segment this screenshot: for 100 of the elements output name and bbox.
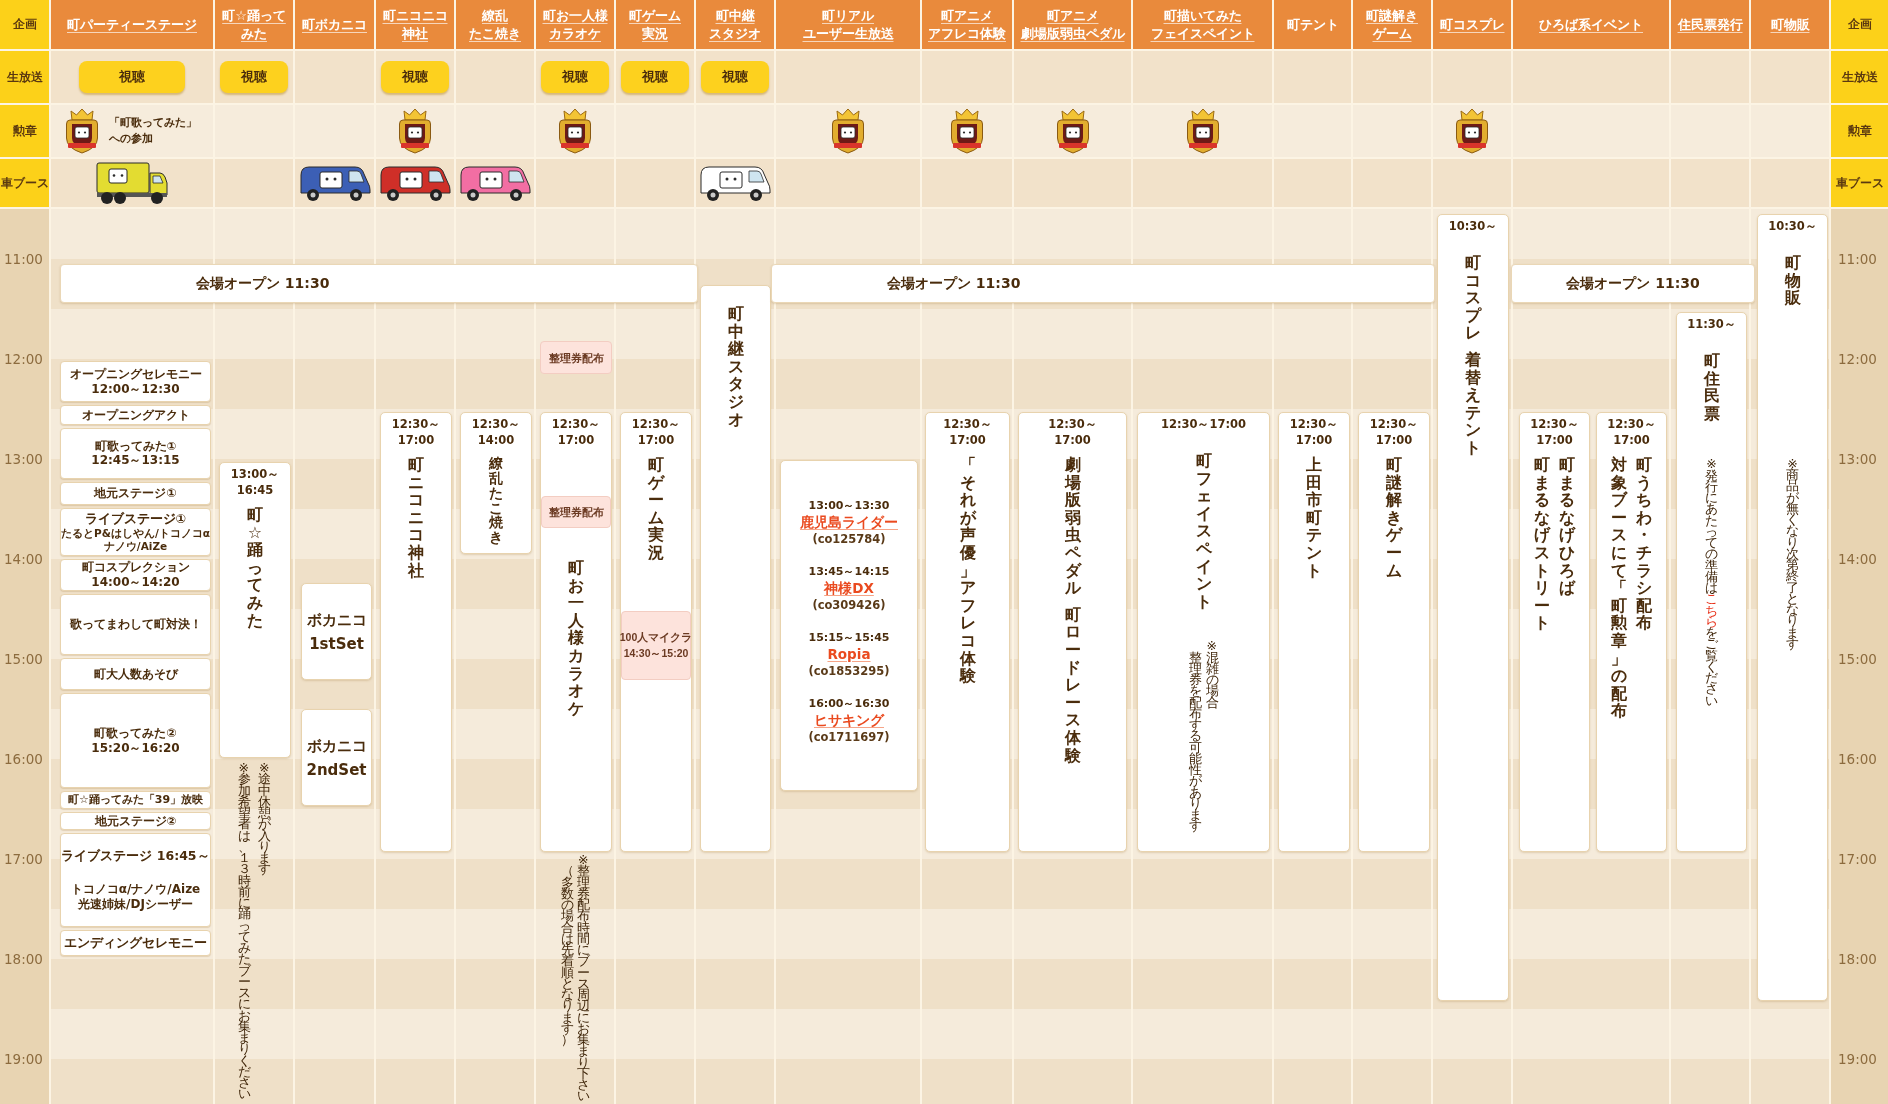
column-title-link[interactable]: 町お一人様 カラオケ — [542, 6, 608, 43]
note-link[interactable]: こちら — [1705, 593, 1718, 628]
event-time: 12:30～17:00 — [1160, 417, 1247, 433]
column-title-link[interactable]: 町コスプレ — [1439, 15, 1505, 34]
watch-button[interactable]: 視聴 — [541, 61, 609, 93]
watch-button[interactable]: 視聴 — [621, 61, 689, 93]
time-label: 14:00 — [4, 550, 44, 568]
open-banner: 会場オープン 11:30 — [771, 264, 1435, 303]
event-title: ボカニコ 2ndSet — [306, 735, 367, 781]
event-title: 町住民票 — [1703, 352, 1720, 423]
event-time: 12:30～ 17:00 — [1289, 417, 1339, 448]
column-title-link[interactable]: 町描いてみた フェイスペイント — [1150, 6, 1255, 43]
time-label: 16:00 — [1838, 750, 1878, 768]
event-time: 12:30～ 17:00 — [1048, 417, 1097, 448]
program-item: エンディングセレモニー — [60, 930, 211, 956]
community-code: (co125784) — [812, 531, 886, 548]
performer-link[interactable]: Ropia — [827, 646, 871, 663]
time-label: 19:00 — [4, 1050, 44, 1068]
time-label: 11:00 — [4, 250, 44, 268]
column-title-link[interactable]: 町☆踊って みた — [222, 6, 286, 43]
program-item: 町☆踊ってみた「39」放映 — [60, 791, 211, 809]
event-title: 町物販 — [1784, 254, 1801, 307]
event-title: 町ニコニコ神社 — [408, 456, 424, 580]
column-title: 町テント — [1286, 15, 1339, 34]
time-label: 12:00 — [4, 350, 44, 368]
program-item: ライブステージ 16:45～ トコノコα/ナノウ/Aize 光速姉妹/DJシーザー — [60, 833, 211, 927]
event-title: 町コスプレ — [1465, 254, 1481, 342]
program-item: オープニングセレモニー 12:00～12:30 — [60, 361, 211, 402]
column-title-link[interactable]: 町物販 — [1770, 15, 1810, 34]
slot-time: 15:15～15:45 — [808, 630, 890, 646]
time-label: 15:00 — [4, 650, 44, 668]
time-label: 18:00 — [4, 950, 44, 968]
community-code: (co1853295) — [808, 663, 890, 680]
row-label: 生放送 — [1831, 51, 1888, 103]
event-title: 繚乱たこ焼き — [489, 456, 503, 546]
event-time: 12:30～ 17:00 — [1607, 417, 1656, 448]
slot-time: 13:45～14:15 — [808, 564, 890, 580]
column-title-link[interactable]: 住民票発行 — [1677, 15, 1743, 34]
event-title: 町ロードレース体験 — [1064, 605, 1081, 765]
event-time: 13:00～ 16:45 — [230, 467, 280, 498]
community-code: (co1711697) — [808, 729, 890, 746]
column-title-link[interactable]: 町アニメ 劇場版弱虫ペダル — [1020, 6, 1125, 43]
program-item: オープニングアクト — [60, 405, 211, 425]
column-title-link[interactable]: 町ニコニコ 神社 — [382, 6, 448, 43]
time-label: 19:00 — [1838, 1050, 1878, 1068]
row-label: 車ブース — [1831, 159, 1888, 207]
event-title: 町まるなげストリート — [1534, 456, 1550, 632]
performer-link[interactable]: ヒサキング — [814, 712, 884, 729]
event-time: 12:30～ 17:00 — [1530, 417, 1579, 448]
note-text: ※参加希望者は、１３時前に踊ってみたブースにお集まりください — [237, 762, 250, 1100]
column-title-link[interactable]: 町パーティーステージ — [67, 15, 197, 34]
program-item: 歌ってまわして町対決！ — [60, 594, 211, 655]
event-title: 町お一人様カラオケ — [568, 559, 584, 718]
time-label: 12:00 — [1838, 350, 1878, 368]
note-text: （多数の場合は先着順となります） — [560, 865, 573, 1046]
note-text: ※発行にあたっての準備は こちら をご覧ください — [1705, 458, 1718, 706]
time-label: 15:00 — [1838, 650, 1878, 668]
event-title: 町ゲーム実況 — [648, 456, 664, 562]
event-time: 12:30～ 17:00 — [391, 417, 441, 448]
column-title-link[interactable]: 繚乱 たこ焼き — [469, 6, 521, 43]
event-title: 「それが声優」アフレコ体験 — [959, 456, 976, 685]
program-item: 町歌ってみた② 15:20～16:20 — [60, 693, 211, 788]
slot-time: 16:00～16:30 — [808, 696, 890, 712]
open-banner: 会場オープン 11:30 — [60, 264, 698, 303]
note-text: ※商品が無くなり次第終了となります — [1786, 457, 1799, 650]
watch-button[interactable]: 視聴 — [701, 61, 769, 93]
watch-button[interactable]: 視聴 — [220, 61, 288, 93]
time-label: 17:00 — [4, 850, 44, 868]
time-label: 16:00 — [4, 750, 44, 768]
medal-note: 「町歌ってみた」 への参加 — [109, 115, 197, 147]
slot-time: 13:00～13:30 — [808, 498, 890, 514]
watch-button[interactable]: 視聴 — [79, 61, 185, 93]
program-item: 地元ステージ① — [60, 482, 211, 505]
event-title: 町フェイスペイント — [1195, 452, 1212, 611]
community-code: (co309426) — [812, 597, 886, 614]
performer-link[interactable]: 鹿児島ライダー — [800, 514, 898, 531]
event-time: 12:30～ 17:00 — [551, 417, 601, 448]
program-item: 町大人数あそび — [60, 658, 211, 690]
column-title-link[interactable]: 町ゲーム 実況 — [629, 6, 681, 43]
event-title: 町うちわ・チラシ配布 — [1636, 456, 1652, 632]
column-title-link[interactable]: 町中継 スタジオ — [709, 6, 761, 43]
ticket-tag: 整理券配布 — [541, 496, 611, 528]
row-label: 勲章 — [0, 105, 49, 157]
row-label: 生放送 — [0, 51, 49, 103]
performer-link[interactable]: 神様DX — [824, 580, 874, 597]
program-item: ライブステージ① たるとP&はしやん/トコノコα ナノウ/AiZe — [60, 508, 211, 556]
column-title-link[interactable]: 町ボカニコ — [302, 15, 367, 34]
watch-button[interactable]: 視聴 — [381, 61, 449, 93]
event-time: 11:30～ — [1687, 317, 1736, 333]
column-title-link[interactable]: ひろば系イベント — [1539, 15, 1643, 34]
program-item: 地元ステージ② — [60, 812, 211, 830]
event-title: 町中継スタジオ — [727, 305, 744, 429]
event-title: 着替えテント — [1465, 350, 1481, 457]
column-title-link[interactable]: 町リアル ユーザー生放送 — [802, 6, 894, 43]
program-item: 町コスプレクション 14:00～14:20 — [60, 559, 211, 591]
note-text: ※途中休憩が入ります — [258, 762, 271, 875]
event-title: 対象ブースにて「町勲章」の配布 — [1611, 456, 1627, 720]
column-title-link[interactable]: 町アニメ アフレコ体験 — [928, 6, 1006, 43]
event-title: 町まるなげひろば — [1559, 456, 1575, 597]
column-title-link[interactable]: 町謎解き ゲーム — [1366, 6, 1418, 43]
